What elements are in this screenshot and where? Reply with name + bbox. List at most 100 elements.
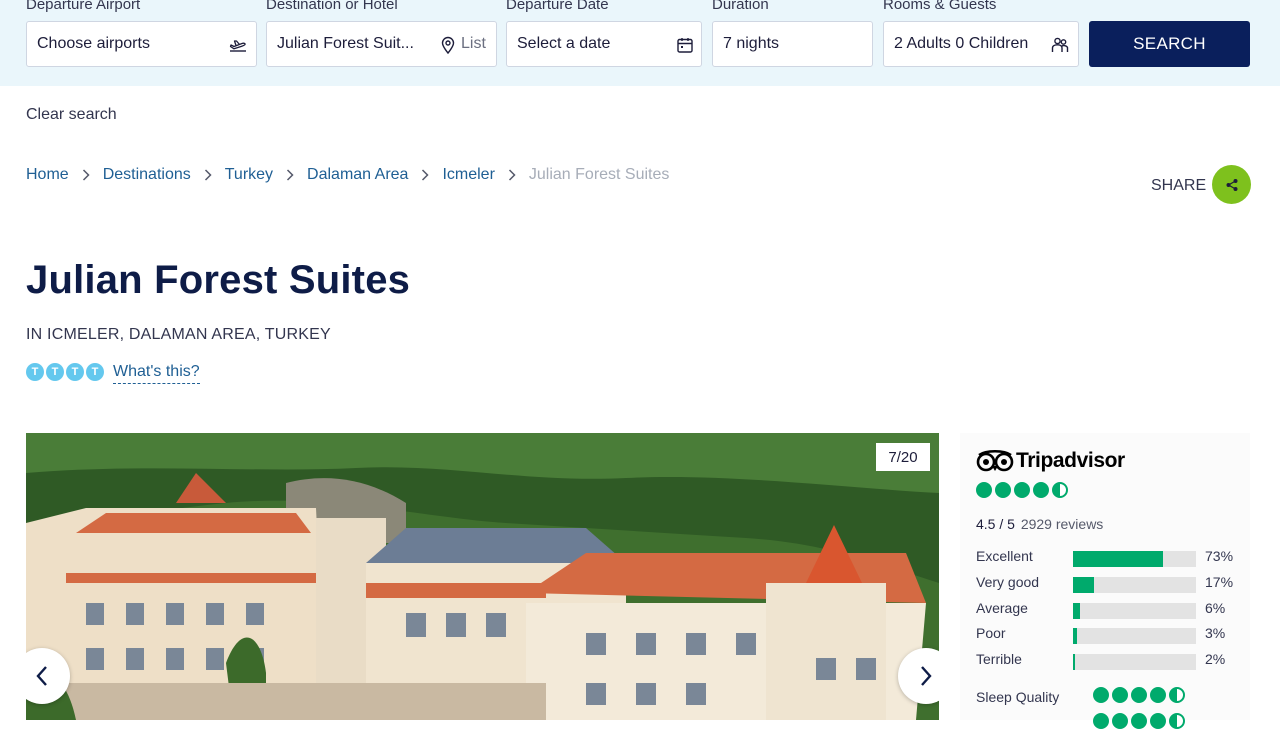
search-bar: Departure Airport Choose airports Destin… [0, 0, 1280, 86]
calendar-icon [677, 38, 693, 53]
chevron-left-icon [36, 666, 47, 686]
departure-airport-label: Departure Airport [26, 0, 141, 13]
breadcrumb: Home Destinations Turkey Dalaman Area Ic… [26, 166, 669, 184]
rating-percent: 17% [1205, 574, 1234, 590]
breadcrumb-turkey[interactable]: Turkey [225, 166, 273, 184]
share-icon [1226, 178, 1237, 191]
departure-date-value: Select a date [517, 35, 611, 52]
departure-airport-field[interactable]: Choose airports [26, 21, 257, 67]
rating-bubble-icon [1093, 687, 1109, 703]
chevron-right-icon [82, 169, 90, 181]
rating-bubble-icon [1150, 713, 1166, 729]
rating-row-excellent: Excellent 73% [976, 548, 1236, 567]
reviews-count[interactable]: 2929 reviews [1021, 516, 1104, 532]
rating-label: Terrible [976, 651, 1022, 667]
clear-search-link[interactable]: Clear search [26, 106, 117, 124]
duration-field[interactable]: 7 nights [712, 21, 873, 67]
rating-half-bubble-icon [1169, 687, 1185, 703]
rating-label: Very good [976, 574, 1040, 590]
t-rating-icon: T [46, 363, 64, 381]
rating-bubble-icon [1014, 482, 1030, 498]
rating-bar-fill [1073, 603, 1081, 619]
rooms-guests-field[interactable]: 2 Adults 0 Children [883, 21, 1079, 67]
score-value: 4.5 / 5 [976, 516, 1015, 532]
rooms-guests-value: 2 Adults 0 Children [894, 35, 1029, 52]
rating-row-very-good: Very good 17% [976, 574, 1236, 593]
chevron-right-icon [204, 169, 212, 181]
rating-row-average: Average 6% [976, 600, 1236, 619]
duration-label: Duration [712, 0, 769, 13]
plane-departure-icon [229, 40, 246, 52]
rating-bar [1073, 603, 1196, 619]
rating-bubble-icon [1033, 482, 1049, 498]
rating-percent: 3% [1205, 625, 1226, 641]
rating-bar-fill [1073, 577, 1094, 593]
rating-bubble-icon [1112, 687, 1128, 703]
tripadvisor-score: 4.5 / 5 2929 reviews [976, 516, 1103, 532]
rating-row-poor: Poor 3% [976, 625, 1236, 644]
photo-counter: 7/20 [876, 443, 930, 471]
rating-bubble-icon [1093, 713, 1109, 729]
rating-percent: 6% [1205, 600, 1226, 616]
hotel-photo [26, 433, 939, 720]
t-rating-icon: T [86, 363, 104, 381]
departure-airport-value: Choose airports [37, 35, 150, 52]
rating-bar [1073, 654, 1196, 670]
rating-bubble-icon [995, 482, 1011, 498]
destination-value: Julian Forest Suit... [277, 35, 414, 52]
t-rating-icon: T [26, 363, 44, 381]
sub-rating-label: Sleep Quality [976, 689, 1060, 705]
rating-bar-fill [1073, 628, 1077, 644]
guests-icon [1051, 37, 1069, 52]
breadcrumb-current: Julian Forest Suites [528, 166, 670, 183]
tripadvisor-owl-icon [976, 449, 1014, 472]
departure-date-label: Departure Date [506, 0, 609, 13]
rating-bubble-icon [1131, 687, 1147, 703]
tripadvisor-brand: Tripadvisor [1016, 449, 1125, 472]
t-rating-icon: T [66, 363, 84, 381]
list-link[interactable]: List [461, 35, 486, 53]
hotel-location: IN ICMELER, DALAMAN AREA, TURKEY [26, 326, 331, 343]
next-sub-rating-bubbles [1093, 713, 1185, 729]
rating-half-bubble-icon [1169, 713, 1185, 729]
whats-this-link[interactable]: What's this? [113, 363, 200, 384]
chevron-right-icon [921, 666, 932, 686]
rating-label: Excellent [976, 548, 1033, 564]
rating-bubble-icon [1112, 713, 1128, 729]
rating-bar [1073, 577, 1196, 593]
search-button[interactable]: SEARCH [1089, 21, 1250, 67]
photo-gallery[interactable]: 7/20 [26, 433, 939, 720]
rating-bar-fill [1073, 551, 1163, 567]
hotel-name: Julian Forest Suites [26, 258, 411, 302]
duration-value: 7 nights [723, 35, 780, 52]
breadcrumb-icmeler[interactable]: Icmeler [442, 166, 494, 184]
departure-date-field[interactable]: Select a date [506, 21, 702, 67]
breadcrumb-dalaman-area[interactable]: Dalaman Area [307, 166, 408, 184]
chevron-right-icon [508, 169, 516, 181]
rooms-guests-label: Rooms & Guests [883, 0, 997, 13]
rating-bar [1073, 551, 1196, 567]
tripadvisor-panel: Tripadvisor 4.5 / 5 2929 reviews Excelle… [960, 433, 1250, 729]
share-button[interactable] [1212, 165, 1251, 204]
destination-label: Destination or Hotel [266, 0, 398, 13]
tripadvisor-bubble-rating [976, 482, 1068, 498]
tripadvisor-logo: Tripadvisor [976, 449, 1125, 473]
rating-label: Poor [976, 625, 1006, 641]
rating-percent: 73% [1205, 548, 1234, 564]
rating-label: Average [976, 600, 1028, 616]
rating-bubble-icon [1131, 713, 1147, 729]
rating-row-terrible: Terrible 2% [976, 651, 1236, 670]
breadcrumb-destinations[interactable]: Destinations [103, 166, 191, 184]
chevron-right-icon [421, 169, 429, 181]
share-label[interactable]: SHARE [1151, 177, 1206, 195]
map-pin-icon [441, 36, 455, 55]
breadcrumb-home[interactable]: Home [26, 166, 69, 184]
chevron-right-icon [286, 169, 294, 181]
destination-field[interactable]: Julian Forest Suit... List [266, 21, 497, 67]
sleep-quality-bubbles [1093, 687, 1185, 703]
rating-half-bubble-icon [1052, 482, 1068, 498]
rating-percent: 2% [1205, 651, 1226, 667]
rating-bar [1073, 628, 1196, 644]
rating-bubble-icon [1150, 687, 1166, 703]
rating-bubble-icon [976, 482, 992, 498]
